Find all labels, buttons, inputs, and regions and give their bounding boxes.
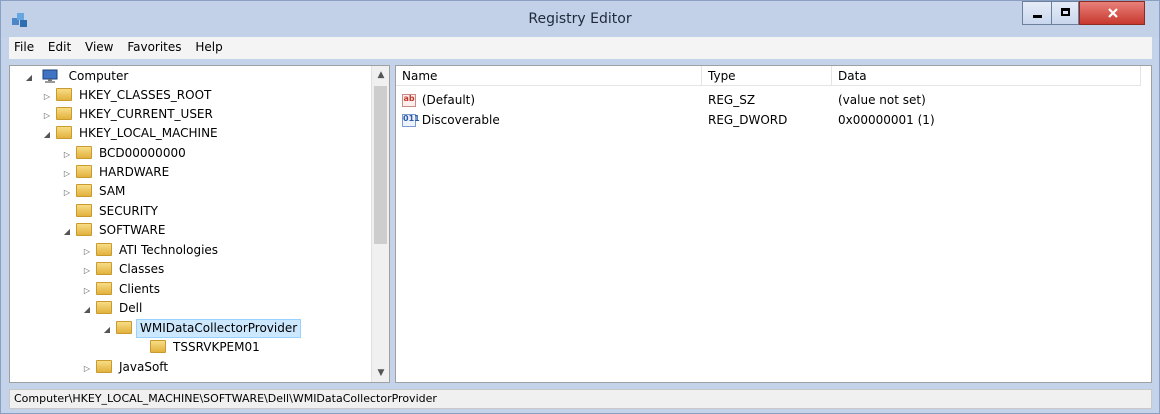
values-list[interactable]: Name Type Data ab (Default) REG_SZ (valu…	[395, 65, 1152, 383]
expand-icon[interactable]: ▷	[82, 261, 92, 280]
tree-item[interactable]: ▷ JavaSoft	[82, 358, 171, 377]
collapse-icon[interactable]: ◢	[82, 300, 92, 319]
scroll-up-icon[interactable]: ▲	[372, 66, 389, 84]
tree-item-label: ATI Technologies	[119, 243, 219, 257]
tree-item-label: HKEY_CLASSES_ROOT	[79, 88, 212, 102]
value-name: (Default)	[421, 93, 476, 107]
column-header-type[interactable]: Type	[702, 66, 832, 86]
expand-icon[interactable]: ▷	[82, 281, 92, 300]
expand-icon[interactable]: ▷	[62, 164, 72, 183]
tree-item-label: SECURITY	[99, 204, 158, 218]
column-header-name[interactable]: Name	[396, 66, 702, 86]
expand-icon[interactable]: ▷	[82, 242, 92, 261]
folder-icon	[56, 107, 72, 120]
tree-item-label: BCD00000000	[99, 146, 186, 160]
tree-item[interactable]: ◢ Dell	[82, 299, 145, 318]
menu-bar: File Edit View Favorites Help	[9, 37, 1152, 59]
menu-favorites[interactable]: Favorites	[122, 37, 186, 54]
folder-icon	[116, 321, 132, 334]
tree-item[interactable]: ▷ ATI Technologies	[82, 241, 221, 260]
scroll-down-icon[interactable]: ▼	[372, 364, 389, 382]
folder-icon	[76, 204, 92, 217]
close-icon	[1108, 8, 1118, 18]
folder-icon	[56, 126, 72, 139]
expand-icon[interactable]: ▷	[42, 87, 52, 106]
tree-item[interactable]: ▷ HKEY_CURRENT_USER	[42, 105, 216, 124]
folder-icon	[150, 340, 166, 353]
collapse-icon[interactable]: ◢	[62, 222, 72, 241]
tree-item[interactable]: ◢ HKEY_LOCAL_MACHINE	[42, 124, 221, 143]
tree-item[interactable]: TSSRVKPEM01	[136, 338, 263, 357]
tree-item-label: SAM	[99, 184, 126, 198]
registry-editor-window: Registry Editor File Edit View Favorites…	[0, 0, 1160, 414]
value-type: REG_DWORD	[708, 113, 788, 127]
folder-icon	[76, 184, 92, 197]
menu-view[interactable]: View	[80, 37, 118, 54]
expand-icon[interactable]: ▷	[62, 183, 72, 202]
tree-item[interactable]: ▷ HARDWARE	[62, 163, 172, 182]
key-tree[interactable]: ◢ Computer ▷ HKEY_CLASSES_ROOT ▷ HKEY_CURR…	[9, 65, 390, 383]
window-title: Registry Editor	[528, 11, 632, 27]
collapse-icon[interactable]: ◢	[102, 320, 112, 339]
maximize-icon	[1061, 8, 1070, 16]
computer-icon	[42, 69, 58, 83]
tree-item-label: HKEY_LOCAL_MACHINE	[79, 126, 218, 140]
tree-item-label: TSSRVKPEM01	[173, 340, 260, 354]
folder-icon	[76, 223, 92, 236]
value-type: REG_SZ	[708, 93, 756, 107]
tree-item[interactable]: ▷ BCD00000000	[62, 144, 189, 163]
tree-item-selected[interactable]: ◢ WMIDataCollectorProvider	[102, 319, 302, 339]
tree-item[interactable]: SECURITY	[62, 202, 161, 221]
folder-icon	[96, 262, 112, 275]
expand-icon[interactable]: ▷	[82, 359, 92, 378]
scrollbar-thumb[interactable]	[374, 86, 387, 244]
value-data: 0x00000001 (1)	[838, 113, 935, 127]
title-bar[interactable]: Registry Editor	[1, 1, 1159, 37]
expand-icon[interactable]: ▷	[62, 145, 72, 164]
value-data: (value not set)	[838, 93, 926, 107]
collapse-icon[interactable]: ◢	[42, 125, 52, 144]
binary-value-icon: 011	[402, 114, 420, 127]
menu-file[interactable]: File	[9, 37, 39, 54]
tree-item[interactable]: ▷ HKEY_CLASSES_ROOT	[42, 86, 214, 105]
value-row[interactable]: ab (Default)	[402, 90, 475, 110]
minimize-icon	[1033, 15, 1042, 18]
tree-item[interactable]: ▷ Clients	[82, 280, 163, 299]
close-button[interactable]	[1079, 1, 1145, 25]
folder-icon	[96, 360, 112, 373]
folder-icon	[96, 243, 112, 256]
menu-help[interactable]: Help	[190, 37, 227, 54]
menu-edit[interactable]: Edit	[43, 37, 76, 54]
tree-item-label: Computer	[68, 69, 129, 83]
status-bar-path: Computer\HKEY_LOCAL_MACHINE\SOFTWARE\Del…	[9, 389, 1152, 409]
tree-item-label: HKEY_CURRENT_USER	[79, 107, 213, 121]
tree-item-label: WMIDataCollectorProvider	[136, 319, 302, 338]
tree-item-label: Classes	[119, 262, 165, 276]
folder-icon	[76, 146, 92, 159]
tree-item-label: JavaSoft	[119, 360, 169, 374]
expand-icon[interactable]: ▷	[42, 106, 52, 125]
string-value-icon: ab	[402, 94, 416, 107]
folder-icon	[76, 165, 92, 178]
tree-item-computer[interactable]: ◢ Computer	[24, 67, 131, 86]
tree-item-label: Clients	[119, 282, 160, 296]
folder-icon	[96, 282, 112, 295]
folder-icon	[96, 301, 112, 314]
maximize-button[interactable]	[1051, 1, 1079, 25]
folder-icon	[56, 88, 72, 101]
tree-item-label: SOFTWARE	[99, 223, 166, 237]
tree-item[interactable]: ▷ SAM	[62, 182, 128, 201]
value-name: Discoverable	[421, 113, 500, 127]
tree-item-label: HARDWARE	[99, 165, 170, 179]
column-header-data[interactable]: Data	[832, 66, 1141, 86]
value-row[interactable]: 011 Discoverable	[402, 110, 500, 130]
tree-item-label: Dell	[119, 301, 143, 315]
tree-scrollbar[interactable]: ▲ ▼	[371, 66, 389, 382]
collapse-icon[interactable]: ◢	[24, 68, 34, 87]
tree-item[interactable]: ◢ SOFTWARE	[62, 221, 168, 240]
minimize-button[interactable]	[1022, 1, 1051, 25]
tree-item[interactable]: ▷ Classes	[82, 260, 167, 279]
